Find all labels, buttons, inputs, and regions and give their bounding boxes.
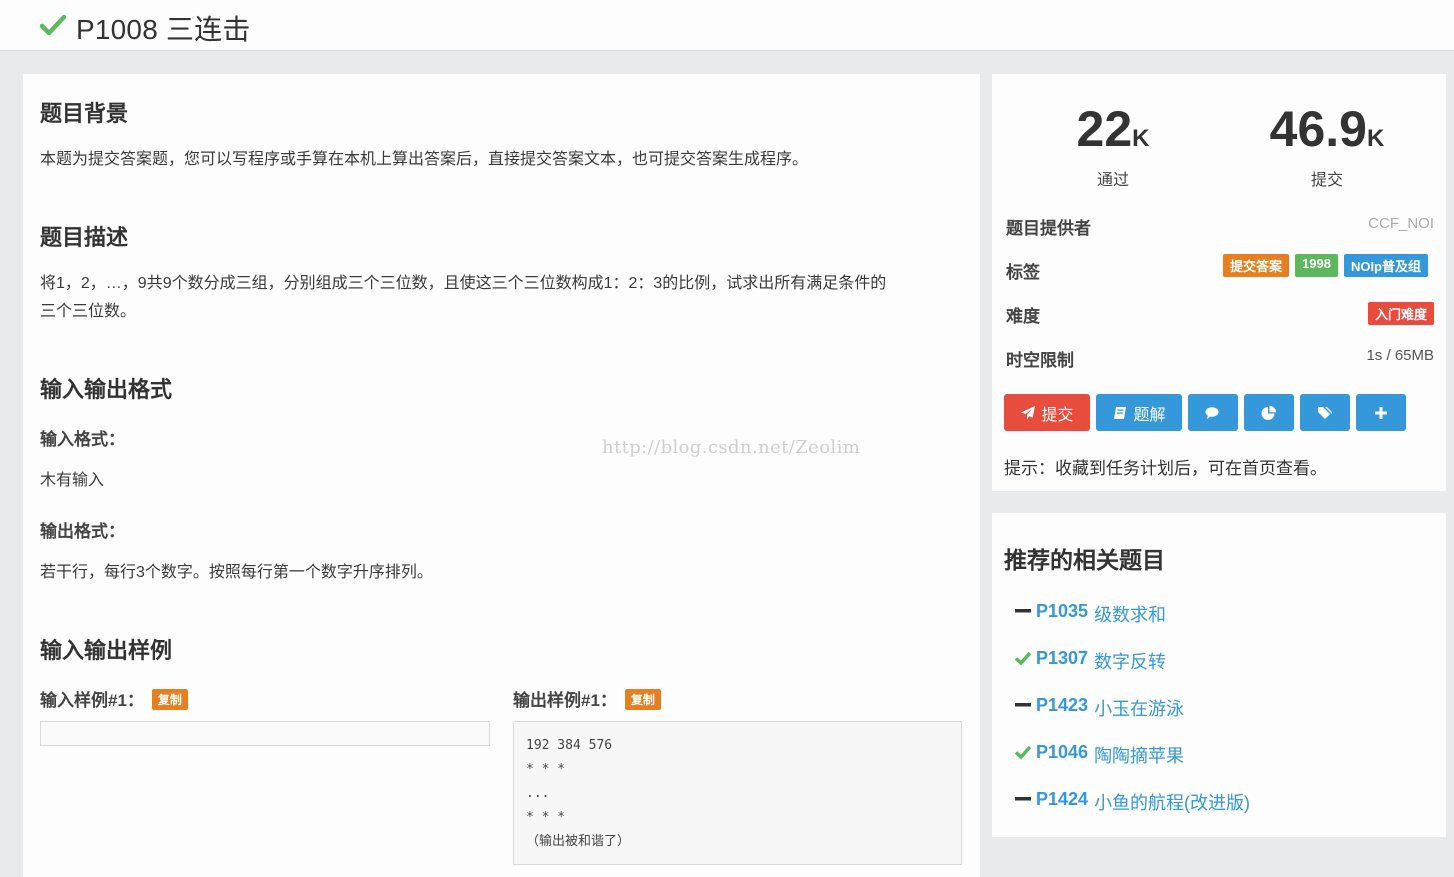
passed-count: 22	[1076, 101, 1133, 157]
output-format-text: 若干行，每行3个数字。按照每行第一个数字升序排列。	[40, 564, 433, 581]
difficulty-badge: 入门难度	[1367, 302, 1434, 325]
tags-icon	[1318, 406, 1332, 419]
tag-badge[interactable]: NOIp普及组	[1343, 254, 1428, 277]
input-sample-header: 输入样例#1： 复制	[40, 686, 188, 711]
background-heading: 题目背景	[40, 101, 129, 126]
check-icon	[1014, 742, 1032, 762]
recommended-item[interactable]: P1035 级数求和	[1014, 601, 1250, 648]
copy-input-button[interactable]: 复制	[151, 689, 188, 710]
description-heading: 题目描述	[40, 225, 129, 250]
solution-button[interactable]: 题解	[1096, 394, 1182, 431]
output-format-label: 输出格式：	[40, 522, 125, 541]
tags-label: 标签	[1006, 263, 1040, 282]
problem-id-link[interactable]: P1423	[1036, 695, 1088, 716]
recommended-list: P1035 级数求和 P1307 数字反转 P1423 小玉在游泳 P1046 …	[1014, 601, 1250, 836]
recommended-item[interactable]: P1046 陶陶摘苹果	[1014, 742, 1250, 789]
recommended-item[interactable]: P1423 小玉在游泳	[1014, 695, 1250, 742]
recommended-card: 推荐的相关题目 P1035 级数求和 P1307 数字反转 P1423 小玉在游…	[992, 513, 1446, 837]
problem-card: 题目背景 本题为提交答案题，您可以写程序或手算在本机上算出答案后，直接提交答案文…	[23, 74, 980, 877]
samples-heading: 输入输出样例	[40, 638, 173, 663]
solution-button-label: 题解	[1133, 406, 1166, 424]
watermark: http://blog.csdn.net/Zeolim	[602, 437, 861, 458]
input-sample-label: 输入样例#1：	[40, 691, 144, 710]
difficulty-label: 难度	[1006, 307, 1040, 326]
check-icon	[40, 14, 66, 36]
submit-button[interactable]: 提交	[1004, 394, 1090, 431]
dash-icon	[1014, 789, 1032, 809]
comments-icon	[1205, 406, 1219, 419]
output-sample-text: 192 384 576 * * * ... * * * （输出被和谐了）	[526, 738, 631, 849]
recommended-item[interactable]: P1307 数字反转	[1014, 648, 1250, 695]
input-format-text: 木有输入	[40, 472, 105, 489]
check-icon	[1014, 648, 1032, 668]
tag-badge[interactable]: 1998	[1295, 254, 1338, 277]
input-format-label: 输入格式：	[40, 430, 125, 449]
statistics-button[interactable]	[1244, 394, 1294, 431]
discuss-button[interactable]	[1188, 394, 1238, 431]
add-to-list-button[interactable]	[1356, 394, 1406, 431]
copy-output-button[interactable]: 复制	[624, 689, 661, 710]
submitted-unit: K	[1366, 125, 1385, 152]
submitted-stat: 46.9K 提交	[1260, 100, 1394, 190]
description-line-1: 将1，2，…，9共9个数分成三组，分别组成三个三位数，且使这三个三位数构成1：2…	[40, 275, 887, 292]
problem-name-link[interactable]: 级数求和	[1094, 601, 1166, 627]
tag-list: 提交答案 1998 NOIp普及组	[1223, 254, 1428, 277]
recommended-title: 推荐的相关题目	[1004, 547, 1165, 573]
problem-name-link[interactable]: 小鱼的航程(改进版)	[1094, 789, 1250, 815]
submitted-label: 提交	[1310, 172, 1343, 189]
dash-icon	[1014, 601, 1032, 621]
input-sample-box	[40, 721, 490, 746]
problem-id-link[interactable]: P1035	[1036, 601, 1088, 622]
problem-id-link[interactable]: P1046	[1036, 742, 1088, 763]
limits-value: 1s / 65MB	[1366, 347, 1434, 364]
tip-text: 提示：收藏到任务计划后，可在首页查看。	[1004, 459, 1327, 478]
limits-label: 时空限制	[1006, 351, 1074, 370]
submitted-count: 46.9	[1269, 101, 1367, 157]
paper-plane-icon	[1021, 405, 1036, 419]
problem-name-link[interactable]: 陶陶摘苹果	[1094, 742, 1184, 768]
book-icon	[1114, 406, 1127, 419]
problem-name-link[interactable]: 小玉在游泳	[1094, 695, 1184, 721]
output-sample-label: 输出样例#1：	[513, 691, 617, 710]
recommended-item[interactable]: P1424 小鱼的航程(改进版)	[1014, 789, 1250, 836]
description-line-2: 三个三位数。	[40, 303, 137, 320]
io-format-heading: 输入输出格式	[40, 377, 173, 402]
output-sample-box: 192 384 576 * * * ... * * * （输出被和谐了）	[513, 721, 962, 865]
tags-button[interactable]	[1300, 394, 1350, 431]
submit-button-label: 提交	[1041, 406, 1074, 424]
passed-unit: K	[1132, 125, 1150, 152]
passed-label: 通过	[1096, 172, 1129, 189]
page-title: P1008 三连击	[76, 14, 251, 45]
passed-stat: 22K 通过	[1058, 100, 1168, 190]
provider-value[interactable]: CCF_NOI	[1368, 215, 1434, 232]
output-sample-header: 输出样例#1： 复制	[513, 686, 661, 711]
provider-label: 题目提供者	[1006, 219, 1091, 238]
page-header: P1008 三连击	[0, 0, 1454, 51]
problem-id-link[interactable]: P1307	[1036, 648, 1088, 669]
dash-icon	[1014, 695, 1032, 715]
plus-icon	[1375, 406, 1387, 419]
problem-info-card: 22K 通过 46.9K 提交 题目提供者 CCF_NOI 标签 提交答案 19…	[992, 74, 1446, 491]
tag-badge[interactable]: 提交答案	[1223, 254, 1290, 277]
background-text: 本题为提交答案题，您可以写程序或手算在本机上算出答案后，直接提交答案文本，也可提…	[40, 151, 809, 168]
problem-id-link[interactable]: P1424	[1036, 789, 1088, 810]
action-buttons: 提交 题解	[1004, 394, 1406, 431]
problem-name-link[interactable]: 数字反转	[1094, 648, 1166, 674]
pie-chart-icon	[1261, 405, 1276, 420]
